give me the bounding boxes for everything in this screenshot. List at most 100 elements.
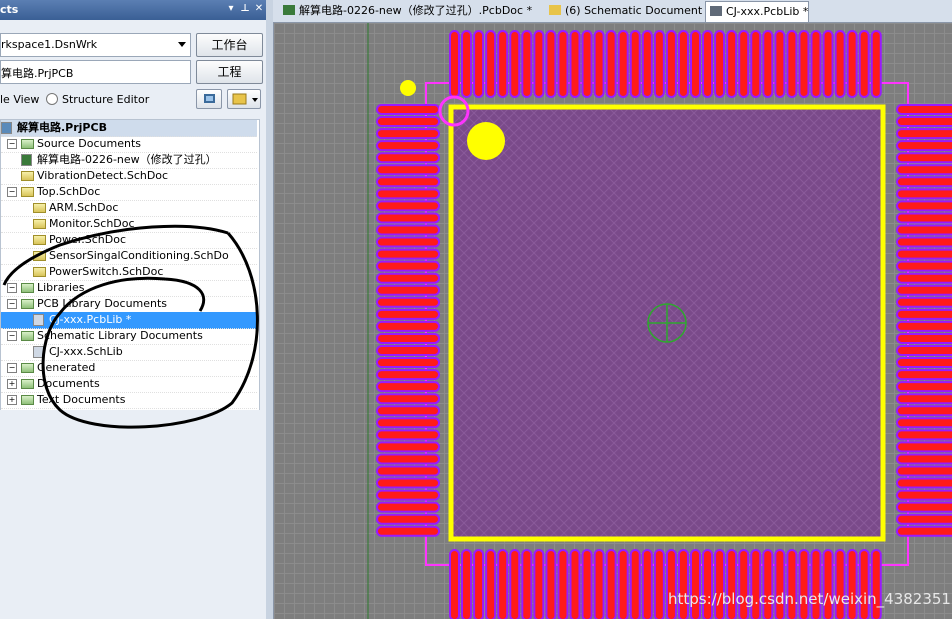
file-view-radio-label[interactable]: le View [0, 93, 39, 106]
pad-left[interactable] [376, 332, 440, 344]
pad-right[interactable] [896, 417, 952, 429]
panel-splitter[interactable] [266, 0, 274, 619]
pad-top[interactable] [593, 30, 605, 98]
pad-top[interactable] [774, 30, 786, 98]
pad-right[interactable] [896, 525, 952, 537]
pad-left[interactable] [376, 320, 440, 332]
pad-right[interactable] [896, 345, 952, 356]
pad-top[interactable] [569, 30, 581, 98]
pad-bottom[interactable] [786, 549, 798, 619]
pad-top[interactable] [846, 30, 858, 98]
pad-right[interactable] [896, 405, 952, 417]
pad-top[interactable] [726, 30, 738, 98]
pad-right[interactable] [896, 236, 952, 248]
pad-top[interactable] [617, 30, 629, 98]
pad-left[interactable] [376, 429, 440, 441]
pad-right[interactable] [896, 489, 952, 501]
pad-top[interactable] [702, 30, 714, 98]
pad-bottom[interactable] [629, 549, 641, 619]
pad-left[interactable] [376, 308, 440, 320]
pad-top[interactable] [461, 30, 473, 98]
pad-right[interactable] [896, 104, 952, 115]
tree-item[interactable]: VibrationDetect.SchDoc [1, 168, 257, 185]
project-button[interactable]: 工程 [196, 60, 263, 84]
pad-bottom[interactable] [533, 549, 545, 619]
pad-top[interactable] [822, 30, 834, 98]
pad-right[interactable] [896, 501, 952, 513]
pad-top[interactable] [810, 30, 822, 98]
pad-right[interactable] [896, 332, 952, 344]
pad-right[interactable] [896, 140, 952, 152]
collapse-icon[interactable]: − [7, 187, 17, 197]
pad-left[interactable] [376, 200, 440, 212]
pad-bottom[interactable] [677, 549, 689, 619]
pad-bottom[interactable] [798, 549, 810, 619]
pcb-library-canvas[interactable] [274, 23, 952, 619]
document-menu-button[interactable] [227, 89, 261, 109]
pad-top[interactable] [533, 30, 545, 98]
pad-left[interactable] [376, 104, 440, 115]
workspace-select[interactable]: rkspace1.DsnWrk [0, 33, 191, 57]
pad-left[interactable] [376, 128, 440, 140]
pad-right[interactable] [896, 116, 952, 128]
pad-left[interactable] [376, 405, 440, 417]
pad-left[interactable] [376, 345, 440, 356]
pad-bottom[interactable] [810, 549, 822, 619]
pad-left[interactable] [376, 260, 440, 272]
pad-top[interactable] [473, 30, 485, 98]
pad-right[interactable] [896, 188, 952, 200]
pad-bottom[interactable] [641, 549, 653, 619]
pad-bottom[interactable] [569, 549, 581, 619]
pad-bottom[interactable] [485, 549, 497, 619]
pad-right[interactable] [896, 128, 952, 140]
pad-bottom[interactable] [870, 549, 882, 619]
pad-right[interactable] [896, 224, 952, 236]
pad-left[interactable] [376, 501, 440, 513]
pad-bottom[interactable] [461, 549, 473, 619]
pad-top[interactable] [858, 30, 870, 98]
pad-left[interactable] [376, 248, 440, 260]
pad-left[interactable] [376, 441, 440, 453]
pad-right[interactable] [896, 320, 952, 332]
pad-top[interactable] [798, 30, 810, 98]
pad-right[interactable] [896, 176, 952, 188]
pad-right[interactable] [896, 357, 952, 369]
tree-item[interactable]: 解算电路.PrjPCB [1, 120, 257, 137]
pad-left[interactable] [376, 369, 440, 381]
pad-right[interactable] [896, 465, 952, 477]
pad-bottom[interactable] [605, 549, 617, 619]
pad-right[interactable] [896, 284, 952, 296]
pad-bottom[interactable] [774, 549, 786, 619]
pad-right[interactable] [896, 200, 952, 212]
pad-top[interactable] [738, 30, 750, 98]
pad-top[interactable] [665, 30, 677, 98]
tab-pcblib[interactable]: CJ-xxx.PcbLib * [705, 1, 809, 22]
pad-bottom[interactable] [858, 549, 870, 619]
pad-top[interactable] [786, 30, 798, 98]
structure-editor-label[interactable]: Structure Editor [62, 93, 149, 106]
tree-item[interactable]: − Source Documents [1, 136, 257, 153]
collapse-icon[interactable]: − [7, 139, 17, 149]
pad-bottom[interactable] [665, 549, 677, 619]
pad-right[interactable] [896, 441, 952, 453]
pad-bottom[interactable] [822, 549, 834, 619]
pad-bottom[interactable] [750, 549, 762, 619]
pad-left[interactable] [376, 188, 440, 200]
pad-left[interactable] [376, 477, 440, 489]
pad-bottom[interactable] [846, 549, 858, 619]
tab-schematic-document[interactable]: (6) Schematic Document [545, 1, 702, 22]
pad-right[interactable] [896, 369, 952, 381]
pad-top[interactable] [762, 30, 774, 98]
pad-right[interactable] [896, 152, 952, 164]
pad-top[interactable] [581, 30, 593, 98]
pin-icon[interactable]: ⊥ [238, 2, 252, 16]
pad-top[interactable] [509, 30, 521, 98]
pad-top[interactable] [750, 30, 762, 98]
pad-top[interactable] [834, 30, 846, 98]
pad-left[interactable] [376, 152, 440, 164]
pad-right[interactable] [896, 164, 952, 176]
pad-top[interactable] [677, 30, 689, 98]
pad-right[interactable] [896, 393, 952, 405]
pad-right[interactable] [896, 212, 952, 224]
pad-top[interactable] [485, 30, 497, 98]
